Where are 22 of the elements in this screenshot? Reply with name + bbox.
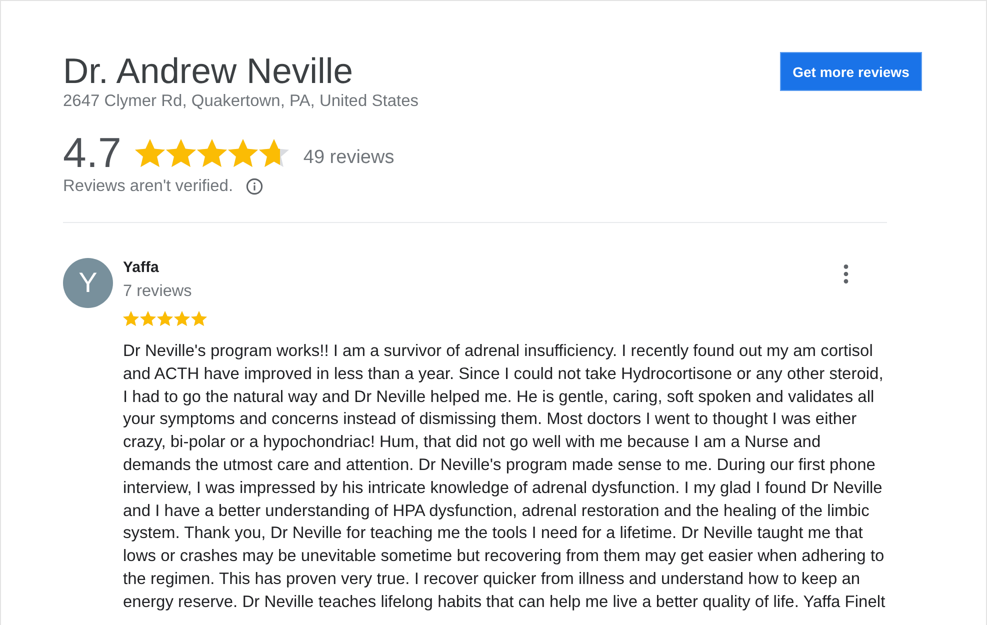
star-icon: [174, 311, 190, 326]
star-icon: [228, 139, 258, 167]
star-icon: [191, 311, 207, 326]
star-icon: [123, 311, 139, 326]
star-icon: [197, 139, 228, 167]
reviewer-name[interactable]: Yaffa: [123, 259, 192, 277]
star-icon: [259, 139, 290, 167]
review-count: 49 reviews: [303, 147, 394, 169]
doctor-name: Dr. Andrew Neville: [63, 51, 354, 91]
rating-score: 4.7: [63, 129, 122, 177]
verification-note: Reviews aren't verified.: [63, 176, 234, 196]
star-icon: [135, 139, 166, 167]
avatar: Y: [63, 258, 113, 308]
info-icon[interactable]: [246, 178, 264, 194]
more-options-icon[interactable]: [843, 264, 849, 284]
get-more-reviews-button[interactable]: Get more reviews: [780, 52, 922, 91]
reviewer-review-count: 7 reviews: [123, 281, 192, 302]
address: 2647 Clymer Rd, Quakertown, PA, United States: [63, 91, 419, 111]
star-icon: [140, 311, 156, 326]
review-text: Dr Neville's program works!! I am a survivor of adrenal insufficiency. I recently found out my am cortisol and ACTH have improved in less than a year. Since I could not take Hydrocortisone or any other steroid, I had to go the natural way and Dr Neville helped me. He is gentle, caring, soft spoken and validates all your symptoms and concerns instead of dismissing them. Most doctors I went to thought I was either crazy, bi-polar or a hypochondriac! Hum, that did not go well with me because I am a Nurse and demands the utmost care and attention. Dr Neville's program made sense to me. During our first phone interview, I was impressed by his intricate knowledge of adrenal dysfunction. I my glad I found Dr Neville and I have a better understanding of HPA dysfunction, adrenal restoration and the healing of the limbic system. Thank you, Dr Neville for teaching me the tools I need for a lifetime. Dr Neville taught me that lows or crashes may be unevitable sometime but recovering from them may get easier when adhering to the regimen. This has proven very true. I recover quicker from illness and understand how to keep an energy reserve. Dr Neville teaches lifelong habits that can help me live a better quality of life. Yaffa Finelt: [123, 341, 886, 613]
star-icon: [157, 311, 173, 326]
star-icon: [166, 139, 196, 167]
